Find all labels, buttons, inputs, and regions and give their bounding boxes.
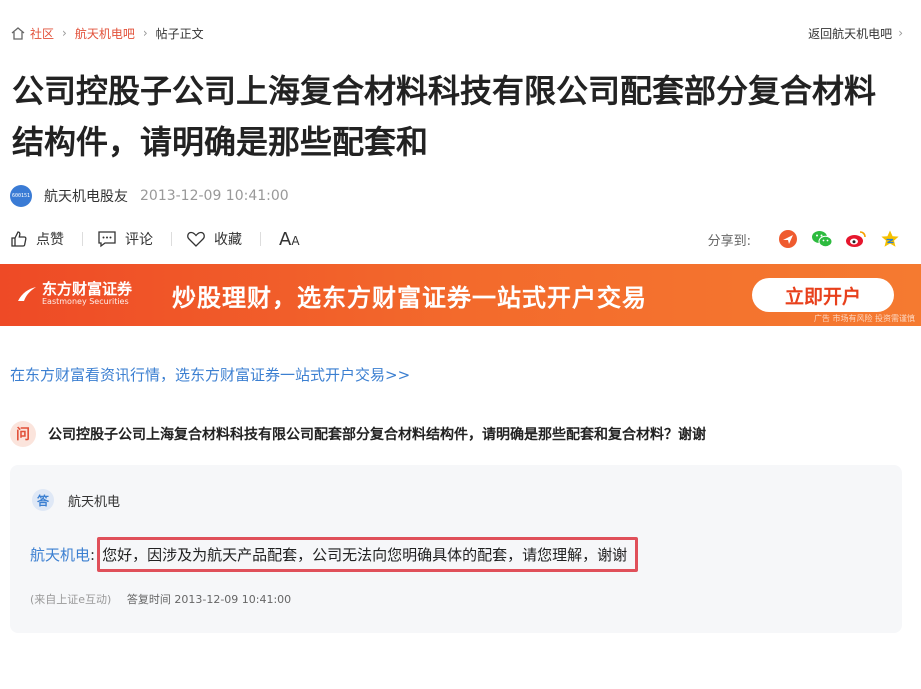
heart-icon	[187, 231, 205, 247]
promo-link[interactable]: 在东方财富看资讯行情，选东方财富证券一站式开户交易>>	[10, 364, 410, 385]
comment-label: 评论	[125, 232, 153, 248]
ad-disclaimer: 广告 市场有风险 投资需谨慎	[813, 314, 915, 323]
wechat-icon[interactable]	[811, 228, 833, 250]
logo-cn-text: 东方财富证券	[42, 280, 133, 298]
favorite-button[interactable]: 收藏	[186, 229, 242, 249]
question-text: 公司控股子公司上海复合材料科技有限公司配套部分复合材料结构件，请明确是那些配套和…	[48, 427, 706, 443]
chevron-right-icon: ›	[142, 26, 148, 40]
breadcrumb-community-link[interactable]: 社区	[30, 25, 54, 42]
answer-from-link[interactable]: 航天机电	[30, 544, 90, 565]
font-small-glyph: A	[291, 233, 300, 248]
answer-header: 答 航天机电	[32, 489, 120, 511]
answer-time: 答复时间 2013-12-09 10:41:00	[126, 593, 292, 606]
open-account-button[interactable]: 立即开户	[752, 278, 894, 312]
thumbs-up-icon	[11, 231, 27, 247]
answer-badge: 答	[32, 489, 54, 511]
post-title: 公司控股子公司上海复合材料科技有限公司配套部分复合材料结构件，请明确是那些配套和	[12, 72, 877, 161]
eastmoney-logo-icon	[18, 287, 36, 301]
answer-body: 航天机电 : 您好，因涉及为航天产品配套，公司无法向您明确具体的配套，请您理解，…	[30, 537, 639, 572]
question-row: 问 公司控股子公司上海复合材料科技有限公司配套部分复合材料结构件，请明确是那些配…	[10, 421, 901, 447]
answer-card: 答 航天机电 航天机电 : 您好，因涉及为航天产品配套，公司无法向您明确具体的配…	[10, 465, 902, 633]
qzone-icon[interactable]	[879, 228, 901, 250]
chevron-right-icon: ›	[898, 26, 903, 40]
author-info: 600151 航天机电股友 2013-12-09 10:41:00	[10, 184, 289, 208]
breadcrumb-current: 帖子正文	[155, 26, 204, 41]
breadcrumb: 社区 › 航天机电吧 › 帖子正文 返回航天机电吧 ›	[10, 24, 903, 42]
answer-meta: (来自上证e互动) 答复时间 2013-12-09 10:41:00	[30, 591, 291, 607]
question-badge: 问	[10, 421, 36, 447]
answer-colon: :	[90, 545, 96, 564]
font-large-glyph: A	[279, 228, 292, 250]
answer-text: 您好，因涉及为航天产品配套，公司无法向您明确具体的配套，请您理解，谢谢	[97, 537, 639, 572]
comment-button[interactable]: 评论	[97, 229, 153, 249]
chevron-right-icon: ›	[62, 26, 67, 40]
share-label: 分享到:	[707, 233, 751, 249]
author-name[interactable]: 航天机电股友	[44, 186, 128, 206]
like-label: 点赞	[36, 232, 64, 248]
breadcrumb-forum-link[interactable]: 航天机电吧	[75, 25, 135, 42]
comment-icon	[98, 231, 116, 248]
answer-source: (来自上证e互动)	[30, 593, 112, 606]
logo-en-text: Eastmoney Securities	[42, 297, 129, 306]
banner-slogan: 炒股理财，选东方财富证券一站式开户交易	[172, 284, 647, 312]
banner-logo: 东方财富证券 Eastmoney Securities	[16, 281, 132, 307]
like-button[interactable]: 点赞	[10, 229, 64, 249]
post-time: 2013-12-09 10:41:00	[140, 188, 289, 204]
ad-banner[interactable]: 东方财富证券 Eastmoney Securities 炒股理财，选东方财富证券…	[0, 264, 921, 326]
divider	[82, 232, 83, 246]
back-to-forum-link[interactable]: 返回航天机电吧 ›	[808, 25, 903, 42]
favorite-label: 收藏	[214, 232, 242, 248]
font-size-toggle[interactable]: AA	[279, 229, 300, 250]
home-icon[interactable]	[10, 26, 26, 40]
share-tieba-icon[interactable]	[777, 228, 799, 250]
weibo-icon[interactable]	[845, 228, 867, 250]
share-bar: 分享到:	[708, 228, 901, 250]
answer-company: 航天机电	[68, 494, 121, 510]
divider	[260, 232, 261, 246]
avatar[interactable]: 600151	[10, 185, 32, 207]
action-bar: 点赞 评论 收藏 AA 分享到:	[10, 227, 901, 251]
back-link-label: 返回航天机电吧	[808, 26, 893, 41]
divider	[171, 232, 172, 246]
